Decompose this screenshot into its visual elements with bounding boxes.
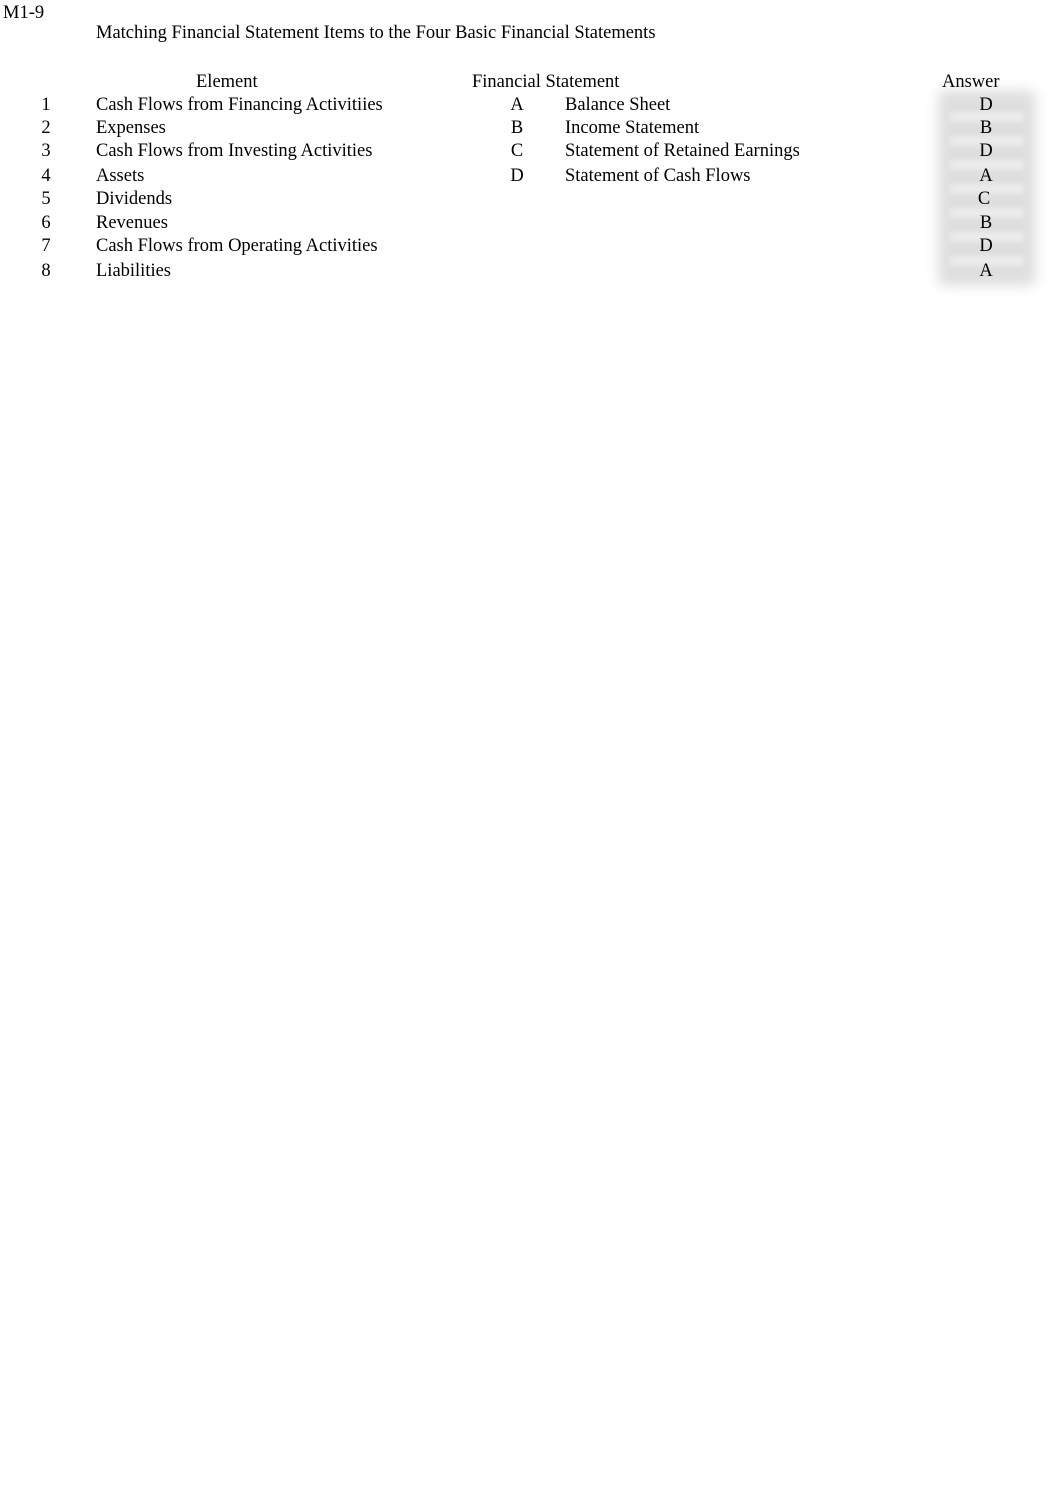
statement-letter: A [510,95,524,115]
column-header-answer: Answer [942,72,1000,92]
table-row: 4 Assets D Statement of Cash Flows A [0,165,1062,188]
answer-cell: C [977,189,991,209]
item-number: 4 [41,166,51,186]
column-header-element: Element [196,72,258,92]
answer-cell: A [979,261,993,281]
answer-cell: B [979,213,993,233]
table-row: 6 Revenues B [0,212,1062,235]
element-name: Assets [96,166,145,186]
table-row: 1 Cash Flows from Financing Activitiies … [0,94,1062,117]
statement-name: Balance Sheet [565,95,671,115]
item-number: 3 [41,141,51,161]
answer-cell: D [979,141,993,161]
statement-name: Statement of Cash Flows [565,166,751,186]
element-name: Cash Flows from Investing Activities [96,141,373,161]
element-name: Expenses [96,118,166,138]
exercise-code: M1-9 [3,3,45,23]
statement-letter: D [510,166,524,186]
answer-cell: A [979,166,993,186]
table-row: 8 Liabilities A [0,260,1062,283]
element-name: Dividends [96,189,173,209]
page-title: Matching Financial Statement Items to th… [96,23,656,43]
statement-letter: C [510,141,524,161]
element-name: Revenues [96,213,168,233]
element-name: Cash Flows from Financing Activitiies [96,95,383,115]
item-number: 7 [41,236,51,256]
element-name: Liabilities [96,261,172,281]
item-number: 8 [41,261,51,281]
item-number: 5 [41,189,51,209]
item-number: 2 [41,118,51,138]
table-row: 3 Cash Flows from Investing Activities C… [0,140,1062,163]
column-header-financial-statement: Financial Statement [472,72,620,92]
table-row: 2 Expenses B Income Statement B [0,117,1062,140]
answer-cell: D [979,236,993,256]
table-row: 5 Dividends C [0,188,1062,211]
item-number: 1 [41,95,51,115]
answer-cell: D [979,95,993,115]
table-row: 7 Cash Flows from Operating Activities D [0,235,1062,258]
statement-name: Income Statement [565,118,700,138]
answer-cell: B [979,118,993,138]
element-name: Cash Flows from Operating Activities [96,236,378,256]
item-number: 6 [41,213,51,233]
statement-name: Statement of Retained Earnings [565,141,800,161]
statement-letter: B [510,118,524,138]
